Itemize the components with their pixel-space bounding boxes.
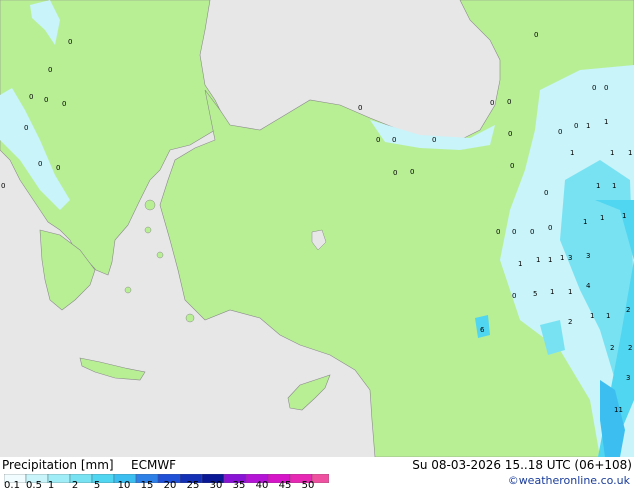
precip-value-label: 1 [583,218,587,226]
precip-value-label: 6 [480,326,485,334]
precip-value-label: 4 [586,282,591,290]
precip-value-label: 0 [24,124,28,132]
legend-title: Precipitation [mm] [2,458,114,472]
precip-value-label: 1 [612,182,616,190]
precip-value-label: 0 [410,168,414,176]
precip-value-label: 1 [606,312,610,320]
precip-value-label: 0 [530,228,534,236]
precip-value-label: 1 [518,260,522,268]
island-rhodes [185,313,195,323]
legend-tick-label: 0.1 [4,480,20,491]
precip-value-label: 0 [68,38,72,46]
precip-value-label: 0 [510,162,514,170]
precip-value-label: 0 [48,66,52,74]
precip-value-label: 1 [536,256,540,264]
precip-value-label: 0 [592,84,596,92]
legend-tick-label: 20 [163,480,177,491]
legend-tick-label: 30 [209,480,223,491]
precip-value-label: 3 [586,252,590,260]
precip-value-label: 0 [604,84,608,92]
precip-value-label: 1 [568,288,572,296]
precip-value-label: 0 [44,96,48,104]
precip-value-label: 1 [586,122,590,130]
precip-value-label: 5 [533,290,537,298]
precip-value-label: 1 [560,254,564,262]
legend-tick-label: 10 [117,480,131,491]
precip-value-label: 0 [358,104,362,112]
precip-value-label: 1 [600,214,604,222]
legend-tick-label: 5 [93,480,101,491]
precip-value-label: 1 [622,212,626,220]
legend-tick-labels: 0.1 0.5 1 2 5 10 15 20 25 30 35 40 45 50 [0,480,340,492]
precip-value-label: 1 [570,149,574,157]
precip-value-label: 0 [558,128,562,136]
legend-tick-label: 0.5 [26,480,42,491]
precip-value-label: 0 [393,169,397,177]
precip-value-label: 2 [568,318,572,326]
island-lesbos [144,199,156,211]
precip-value-label: 0 [534,31,538,39]
precip-value-label: 1 [596,182,600,190]
island-samos [156,251,164,259]
precip-value-label: 0 [56,164,60,172]
legend-tick-label: 35 [232,480,246,491]
precip-value-label: 0 [432,136,436,144]
legend-tick-label: 25 [186,480,200,491]
precip-value-label: 2 [626,306,630,314]
legend-tick-label: 2 [71,480,79,491]
precip-value-label: 0 [1,182,5,190]
precip-value-label: 0 [512,228,516,236]
legend-tick-label: 1 [47,480,55,491]
precip-value-label: 0 [544,189,548,197]
precip-value-label: 3 [568,254,572,262]
precip-value-label: 0 [29,93,33,101]
precip-value-label: 1 [628,149,632,157]
precip-value-label: 0 [548,224,552,232]
precip-value-label: 3 [626,374,630,382]
precip-value-label: 0 [507,98,511,106]
precip-value-label: 1 [590,312,594,320]
legend-tick-label: 50 [301,480,315,491]
precipitation-map: 000 0 000 0000 000 00 00 00000 0 0 000001 11 1111111… [0,0,634,457]
legend-tick-label: 15 [140,480,154,491]
footer: Precipitation [mm] ECMWF Su 08-03-2026 1… [0,457,634,492]
precip-value-label: 2 [628,344,632,352]
precip-value-label: 1 [550,288,554,296]
precip-value-label: 0 [512,292,516,300]
precip-value-label: 0 [38,160,42,168]
precip-value-label: 0 [574,122,578,130]
precip-value-label: 0 [392,136,396,144]
precip-value-label: 0 [508,130,512,138]
precip-value-label: 0 [62,100,66,108]
island-naxos [124,286,132,294]
precip-value-label: 1 [548,256,552,264]
precip-value-label: 1 [610,149,614,157]
precip-value-label: 1 [604,118,608,126]
precip-value-label: 0 [376,136,380,144]
legend-tick-label: 45 [278,480,292,491]
precip-value-label: 0 [496,228,500,236]
credit-link[interactable]: ©weatheronline.co.uk [508,474,630,487]
valid-time: Su 08-03-2026 15..18 UTC (06+108) [412,458,632,472]
precip-value-label: 2 [610,344,614,352]
model-name: ECMWF [131,458,177,472]
precip-value-label: 11 [614,406,623,414]
legend-tick-label: 40 [255,480,269,491]
precip-value-label: 0 [490,99,494,107]
island-chios [144,226,152,234]
